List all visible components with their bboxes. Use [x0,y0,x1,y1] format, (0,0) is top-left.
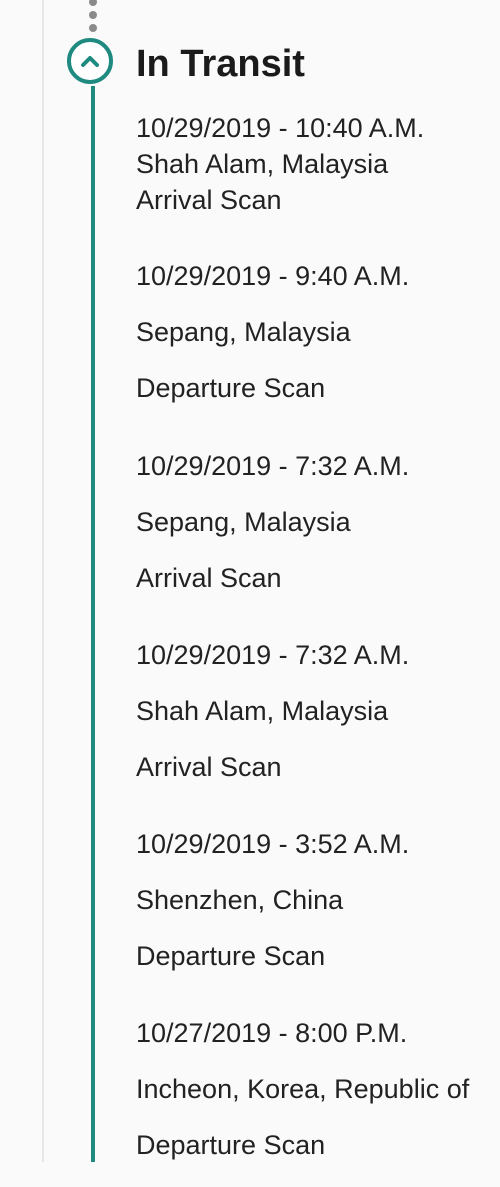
event-activity: Departure Scan [136,941,326,971]
collapse-toggle-button[interactable] [67,38,113,84]
event-location: Shah Alam, Malaysia [136,149,389,179]
timeline-dot [89,11,97,19]
event-datetime: 10/29/2019 - 10:40 A.M. [136,113,425,143]
event-datetime: 10/27/2019 - 8:00 P.M. [136,1018,408,1048]
event-location: Sepang, Malaysia [136,317,351,347]
event-datetime: 10/29/2019 - 3:52 A.M. [136,829,410,859]
event-activity: Arrival Scan [136,563,282,593]
timeline-dot [89,0,97,6]
tracking-event: 10/29/2019 - 9:40 A.M. Sepang, Malaysia … [136,262,409,430]
event-activity: Departure Scan [136,373,326,403]
event-datetime: 10/29/2019 - 7:32 A.M. [136,451,410,481]
tracking-event: 10/29/2019 - 7:32 A.M. Shah Alam, Malays… [136,641,409,809]
status-title: In Transit [136,43,305,85]
chevron-up-icon [81,56,99,67]
content-left-border [42,0,44,1162]
event-activity: Departure Scan [136,1130,326,1160]
timeline-line [91,86,95,1162]
timeline-dot [89,24,97,32]
event-datetime: 10/29/2019 - 7:32 A.M. [136,640,410,670]
tracking-event: 10/29/2019 - 10:40 A.M. Shah Alam, Malay… [136,110,424,218]
event-activity: Arrival Scan [136,752,282,782]
event-location: Shenzhen, China [136,885,344,915]
event-activity: Arrival Scan [136,185,282,215]
event-location: Shah Alam, Malaysia [136,696,389,726]
tracking-event: 10/29/2019 - 3:52 A.M. Shenzhen, China D… [136,830,409,998]
tracking-event: 10/29/2019 - 7:32 A.M. Sepang, Malaysia … [136,452,409,620]
event-datetime: 10/29/2019 - 9:40 A.M. [136,261,410,291]
event-location: Sepang, Malaysia [136,507,351,537]
event-location: Incheon, Korea, Republic of [136,1074,470,1104]
